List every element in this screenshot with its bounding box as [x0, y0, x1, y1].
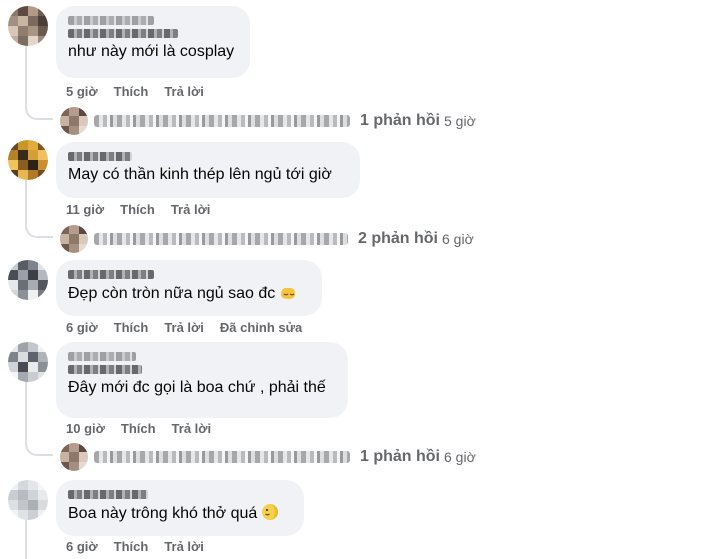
avatar[interactable] — [8, 140, 48, 180]
moon-face-emoji — [261, 503, 279, 527]
reply-time: 5 giờ — [444, 113, 476, 129]
author-subtitle-redacted — [68, 365, 142, 374]
avatar[interactable] — [8, 260, 48, 300]
comment-actions: 6 giờ Thích Trả lời — [66, 539, 204, 554]
thread-line — [25, 380, 27, 444]
avatar[interactable] — [8, 480, 48, 520]
comment-text: Boa này trông khó thở quá — [68, 503, 292, 527]
view-replies-row[interactable]: 1 phản hồi 6 giờ — [60, 443, 476, 471]
reply-avatar — [60, 107, 88, 135]
like-button[interactable]: Thích — [121, 421, 156, 436]
comment-text: Đây mới đc gọi là boa chứ , phải thế — [68, 379, 326, 396]
edited-label: Đã chỉnh sửa — [219, 320, 303, 335]
comment-text-content: Boa này trông khó thở quá — [68, 505, 258, 522]
comment-text: May có thần kinh thép lên ngủ tới giờ — [68, 166, 332, 183]
comment-actions: 5 giờ Thích Trả lời — [66, 84, 204, 99]
like-button[interactable]: Thích — [120, 202, 155, 217]
thread-line — [25, 44, 27, 108]
like-button[interactable]: Thích — [114, 320, 149, 335]
comment-time[interactable]: 10 giờ — [66, 421, 105, 436]
reply-author-redacted — [94, 115, 350, 127]
reply-time: 6 giờ — [442, 231, 474, 247]
reply-count[interactable]: 1 phản hồi — [360, 112, 440, 130]
reply-button[interactable]: Trả lời — [164, 84, 204, 99]
avatar[interactable] — [8, 342, 48, 382]
comment-time[interactable]: 6 giờ — [66, 320, 98, 335]
comment-time[interactable]: 5 giờ — [66, 84, 98, 99]
comment-time[interactable]: 6 giờ — [66, 539, 98, 554]
comment-actions: 11 giờ Thích Trả lời — [66, 202, 210, 217]
author-name-redacted[interactable] — [68, 270, 154, 279]
avatar[interactable] — [8, 6, 48, 46]
like-button[interactable]: Thích — [114, 539, 149, 554]
thread-connector — [25, 104, 53, 120]
view-replies-row[interactable]: 2 phản hồi 6 giờ — [60, 225, 474, 253]
like-button[interactable]: Thích — [114, 84, 149, 99]
thread-line — [25, 180, 27, 226]
reply-author-redacted — [94, 233, 348, 245]
reply-button[interactable]: Trả lời — [164, 539, 204, 554]
thread-line — [25, 518, 27, 559]
reply-author-redacted — [94, 451, 350, 463]
reply-time: 6 giờ — [444, 449, 476, 465]
comment-bubble: May có thần kinh thép lên ngủ tới giờ — [56, 142, 360, 198]
comment-actions: 6 giờ Thích Trả lời Đã chỉnh sửa — [66, 320, 302, 335]
author-name-redacted[interactable] — [68, 352, 136, 361]
comment-actions: 10 giờ Thích Trả lời — [66, 421, 211, 436]
comment-bubble: Đẹp còn tròn nữa ngủ sao đc — [56, 260, 322, 316]
author-name-redacted[interactable] — [68, 490, 148, 499]
comment-time[interactable]: 11 giờ — [66, 202, 104, 217]
comment-bubble: như này mới là cosplay — [56, 6, 250, 78]
sleepy-face-emoji — [279, 283, 297, 307]
reply-avatar — [60, 443, 88, 471]
reply-count[interactable]: 2 phản hồi — [358, 230, 438, 248]
comment-text: Đẹp còn tròn nữa ngủ sao đc — [68, 283, 310, 307]
reply-button[interactable]: Trả lời — [164, 320, 204, 335]
reply-button[interactable]: Trả lời — [171, 202, 211, 217]
comment-text-content: Đẹp còn tròn nữa ngủ sao đc — [68, 285, 276, 302]
thread-connector — [25, 222, 53, 238]
thread-connector — [25, 440, 53, 456]
comment-bubble: Đây mới đc gọi là boa chứ , phải thế — [56, 342, 348, 418]
author-name-redacted[interactable] — [68, 152, 132, 161]
reply-count[interactable]: 1 phản hồi — [360, 448, 440, 466]
comment-text: như này mới là cosplay — [68, 43, 235, 60]
comment-bubble: Boa này trông khó thở quá — [56, 480, 304, 536]
author-name-redacted[interactable] — [68, 16, 154, 25]
reply-avatar — [60, 225, 88, 253]
reply-button[interactable]: Trả lời — [172, 421, 212, 436]
view-replies-row[interactable]: 1 phản hồi 5 giờ — [60, 107, 476, 135]
author-subtitle-redacted — [68, 29, 178, 38]
